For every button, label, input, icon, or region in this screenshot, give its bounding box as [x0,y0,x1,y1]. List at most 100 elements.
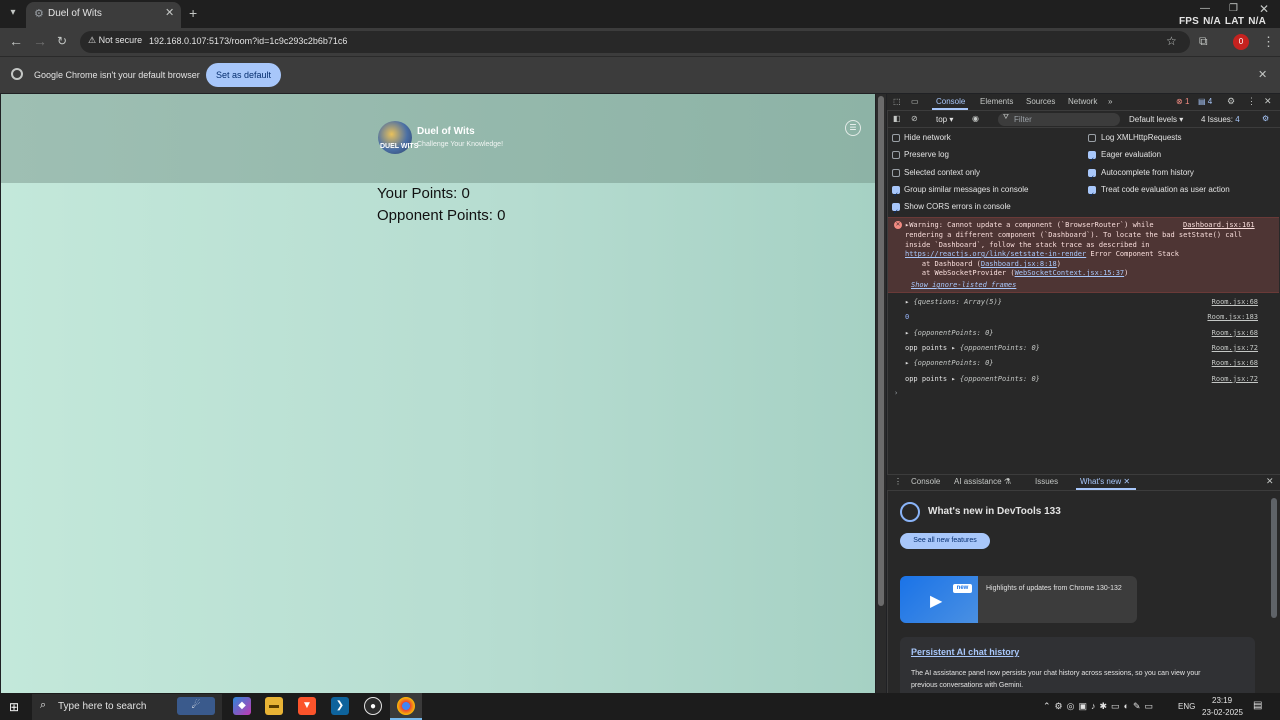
menu-icon[interactable]: ☰ [845,120,861,136]
bookmark-star-icon[interactable]: ☆ [1166,34,1177,48]
console-option-checkbox[interactable] [1088,185,1096,194]
console-option-checkbox[interactable] [1088,134,1096,142]
log-levels-label: Default levels [1129,115,1178,124]
tab-sources[interactable]: Sources [1026,97,1055,106]
sidebar-toggle-icon[interactable]: ◧ [893,114,901,123]
clock-date[interactable]: 23-02-2025 [1202,708,1243,717]
issues-label: 4 Issues: [1201,115,1234,124]
console-option-checkbox[interactable] [892,185,900,194]
chrome-icon[interactable] [397,697,415,715]
tab-close-icon[interactable]: ✕ [1123,477,1130,486]
search-highlight-icon[interactable]: ☄ [177,697,215,715]
devtools-close-icon[interactable]: ✕ [1264,96,1272,107]
windows-start-icon[interactable]: ⊞ [9,700,19,714]
tab-elements[interactable]: Elements [980,97,1013,106]
drawer-close-icon[interactable]: ✕ [1266,476,1274,487]
feature-title-link[interactable]: Persistent AI chat history [911,647,1019,657]
tab-console[interactable]: Console [936,97,965,106]
console-log-row[interactable]: 0 [905,313,909,321]
console-option-checkbox[interactable] [1088,168,1096,177]
chrome-menu-icon[interactable]: ⋮ [1262,34,1275,50]
log-source-link[interactable]: Room.jsx:68 [1212,329,1258,337]
copilot-icon[interactable]: ◆ [233,697,251,715]
log-value: {opponentPoints: 0} [959,374,1040,383]
log-source-link[interactable]: Room.jsx:72 [1212,344,1258,352]
console-option-checkbox[interactable] [892,151,900,160]
play-icon[interactable]: ▶ [930,591,942,611]
tab-search-icon[interactable]: ▾ [4,4,22,22]
language-indicator[interactable]: ENG [1178,702,1195,711]
feature-text-2: previous conversations with Gemini. [911,682,1024,689]
console-option-checkbox[interactable] [892,203,900,212]
infobar-close-icon[interactable]: ✕ [1258,68,1267,81]
new-badge: new [953,584,972,593]
see-all-features-button[interactable]: See all new features [900,533,990,549]
github-desktop-icon[interactable]: ● [364,697,382,715]
minimize-icon[interactable]: — [1200,3,1210,14]
clock-time[interactable]: 23:19 [1212,696,1232,705]
log-source-link[interactable]: Room.jsx:68 [1212,298,1258,306]
warning-source-link[interactable]: Dashboard.jsx:161 [1183,221,1255,229]
console-log-row[interactable]: opp points ▸ {opponentPoints: 0} [905,375,1040,383]
extensions-icon[interactable]: ⧉ [1199,34,1208,49]
maximize-icon[interactable]: ❐ [1229,3,1238,14]
inspect-icon[interactable]: ⬚ [893,97,901,106]
system-tray-icons[interactable]: ⌃⚙◎▣♪✱▭◐✎▭ [1043,701,1157,712]
clear-console-icon[interactable]: ⊘ [911,114,918,123]
notification-icon[interactable]: ▤ [1253,700,1262,711]
vscode-icon[interactable]: ❯ [331,697,349,715]
drawer-scrollbar-thumb[interactable] [1271,498,1277,618]
tab-network[interactable]: Network [1068,97,1097,106]
expand-arrow-icon[interactable]: ▸ [951,375,959,383]
set-default-button[interactable]: Set as default [206,63,281,87]
drawer-tab-console[interactable]: Console [911,477,940,486]
console-log-row[interactable]: ▸ {questions: Array(5)} [905,298,1002,306]
console-prompt[interactable]: › [894,389,898,397]
drawer-menu-icon[interactable]: ⋮ [894,477,902,486]
console-option-checkbox[interactable] [1088,151,1096,160]
message-count-badge[interactable]: ▤ 4 [1198,97,1212,106]
console-option-checkbox[interactable] [892,134,900,142]
file-explorer-icon[interactable]: ▬ [265,697,283,715]
device-toggle-icon[interactable]: ▭ [911,97,919,106]
console-log-row[interactable]: opp points ▸ {opponentPoints: 0} [905,344,1040,352]
infobar-message: Google Chrome isn't your default browser [34,70,200,80]
log-source-link[interactable]: Room.jsx:183 [1207,313,1258,321]
brave-browser-icon[interactable]: ▼ [298,697,316,715]
console-option-label: Autocomplete from history [1101,167,1194,177]
log-source-link[interactable]: Room.jsx:72 [1212,375,1258,383]
reload-icon[interactable]: ↻ [57,34,67,48]
devtools-settings-icon[interactable]: ⚙ [1227,96,1235,107]
show-ignored-frames-link[interactable]: Show ignore-listed frames [911,281,1016,289]
log-levels-dropdown[interactable]: Default levels ▾ [1129,115,1183,124]
warning-docs-link[interactable]: https://reactjs.org/link/setstate-in-ren… [905,250,1086,258]
security-chip[interactable]: ⚠ Not secure [88,35,142,46]
expand-arrow-icon[interactable]: ▸ [951,344,959,352]
profile-avatar[interactable]: 0 [1233,34,1249,50]
drawer-tab-issues[interactable]: Issues [1035,477,1058,486]
new-tab-button[interactable]: + [189,5,197,21]
page-scrollbar-thumb[interactable] [878,96,884,606]
error-count-badge[interactable]: ⊗ 1 [1176,97,1189,106]
live-expression-icon[interactable]: ◉ [972,114,979,123]
error-count: 1 [1184,97,1190,106]
fps-value: N/A [1203,16,1221,27]
devtools-more-icon[interactable]: ⋮ [1247,96,1256,107]
more-tabs-icon[interactable]: » [1108,97,1112,106]
log-source-link[interactable]: Room.jsx:68 [1212,359,1258,367]
forward-icon[interactable]: → [33,34,47,48]
console-log-row[interactable]: ▸ {opponentPoints: 0} [905,359,994,367]
stack-link-dashboard[interactable]: Dashboard.jsx:8:18 [981,260,1057,268]
console-log-row[interactable]: ▸ {opponentPoints: 0} [905,329,994,337]
context-selector[interactable]: top ▾ [936,115,953,124]
stack-link-websocket[interactable]: WebSocketContext.jsx:15:37 [1015,269,1125,277]
drawer-tab-whats-new[interactable]: What's new ✕ [1080,477,1130,486]
issues-counter[interactable]: 4 Issues: 4 [1201,115,1240,124]
tab-close-icon[interactable]: ✕ [165,6,174,19]
url-text[interactable]: 192.168.0.107:5173/room?id=1c9c293c2b6b7… [149,36,347,46]
window-close-icon[interactable]: ✕ [1259,2,1269,16]
console-settings-icon[interactable]: ⚙ [1262,114,1269,123]
drawer-tab-ai-assistance[interactable]: AI assistance ⚗ [954,477,1011,486]
back-icon[interactable]: ← [9,34,23,48]
console-option-checkbox[interactable] [892,168,900,177]
